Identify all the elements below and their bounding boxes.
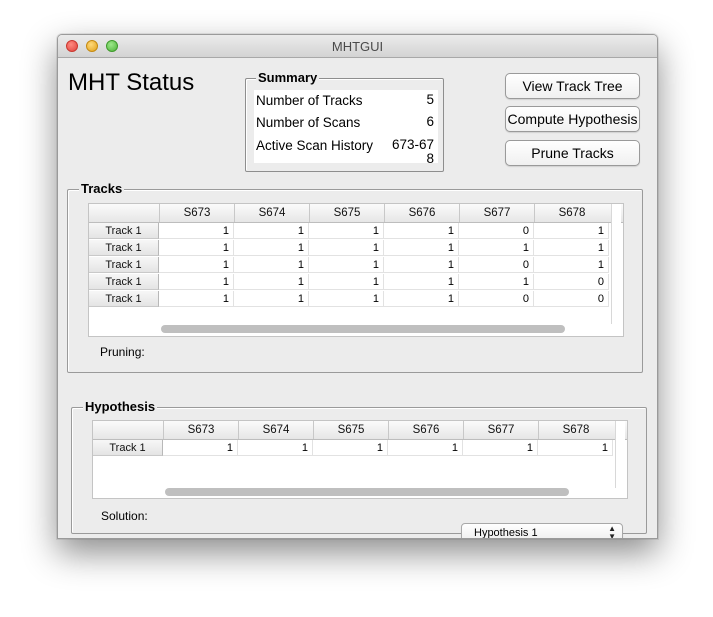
row-header[interactable]: Track 1 [89, 223, 159, 239]
table-cell[interactable]: 1 [238, 440, 313, 456]
table-cell[interactable]: 0 [534, 274, 609, 290]
table-cell[interactable]: 1 [459, 240, 534, 256]
table-cell[interactable]: 1 [159, 223, 234, 239]
table-cell[interactable]: 0 [459, 291, 534, 307]
column-header[interactable]: S676 [388, 421, 463, 439]
table-cell[interactable]: 1 [159, 257, 234, 273]
table-cell[interactable]: 1 [384, 223, 459, 239]
tracks-table[interactable]: S673 S674 S675 S676 S677 S678 Track 1 1 … [88, 203, 624, 337]
table-cell[interactable]: 1 [384, 240, 459, 256]
window-title: MHTGUI [331, 39, 384, 54]
solution-label: Solution: [101, 509, 148, 523]
table-cell[interactable]: 1 [234, 257, 309, 273]
column-header[interactable]: S673 [163, 421, 238, 439]
row-header[interactable]: Track 1 [89, 274, 159, 290]
row-header[interactable]: Track 1 [93, 440, 163, 456]
table-cell[interactable]: 1 [159, 291, 234, 307]
view-track-tree-button[interactable]: View Track Tree [505, 73, 640, 99]
column-header[interactable]: S674 [234, 204, 309, 222]
column-header[interactable]: S675 [313, 421, 388, 439]
table-cell[interactable]: 0 [459, 257, 534, 273]
hypothesis-title: Hypothesis [83, 399, 158, 414]
horizontal-scrollbar[interactable] [161, 325, 565, 333]
tracks-title: Tracks [79, 181, 125, 196]
title-bar[interactable]: MHTGUI [58, 35, 657, 58]
table-cell[interactable]: 1 [159, 240, 234, 256]
table-cell[interactable]: 0 [534, 291, 609, 307]
table-cell[interactable]: 1 [234, 223, 309, 239]
table-cell[interactable]: 1 [234, 274, 309, 290]
table-row: Track 1 1 1 1 1 1 1 [93, 440, 627, 457]
table-cell[interactable]: 1 [459, 274, 534, 290]
summary-value: 673-678 [391, 137, 434, 164]
column-header[interactable]: S676 [384, 204, 459, 222]
table-cell[interactable]: 1 [384, 257, 459, 273]
summary-title: Summary [256, 70, 320, 85]
row-header[interactable]: Track 1 [89, 240, 159, 256]
column-header[interactable]: S677 [459, 204, 534, 222]
table-row: Track 1 1 1 1 1 1 0 [89, 274, 623, 291]
summary-value: 5 [426, 92, 434, 107]
table-cell[interactable]: 1 [388, 440, 463, 456]
column-header[interactable]: S675 [309, 204, 384, 222]
pruning-label: Pruning: [100, 345, 145, 359]
table-cell[interactable]: 1 [234, 291, 309, 307]
window-content: MHT Status Summary Number of Tracks 5 Nu… [58, 58, 657, 538]
row-header[interactable]: Track 1 [89, 291, 159, 307]
table-cell[interactable]: 1 [534, 257, 609, 273]
column-header[interactable]: S673 [159, 204, 234, 222]
table-cell[interactable]: 1 [313, 440, 388, 456]
table-cell[interactable]: 1 [309, 274, 384, 290]
table-cell[interactable]: 1 [534, 223, 609, 239]
table-cell[interactable]: 1 [309, 257, 384, 273]
table-row: Track 1 1 1 1 1 0 0 [89, 291, 623, 308]
summary-row-scans: Number of Scans 6 [256, 115, 434, 135]
table-cell[interactable]: 1 [234, 240, 309, 256]
column-header[interactable]: S678 [534, 204, 609, 222]
summary-value: 6 [426, 114, 434, 129]
table-cell[interactable]: 0 [459, 223, 534, 239]
hypothesis-table-header: S673 S674 S675 S676 S677 S678 [93, 421, 627, 440]
table-row: Track 1 1 1 1 1 0 1 [89, 257, 623, 274]
table-cell[interactable]: 1 [159, 274, 234, 290]
vertical-scroll-track [615, 421, 625, 488]
table-row: Track 1 1 1 1 1 0 1 [89, 223, 623, 240]
updown-arrows-icon: ▲ ▼ [608, 524, 616, 539]
table-cell[interactable]: 1 [463, 440, 538, 456]
column-header[interactable]: S674 [238, 421, 313, 439]
hypothesis-select[interactable]: Hypothesis 1 ▲ ▼ [461, 523, 623, 539]
hypothesis-table[interactable]: S673 S674 S675 S676 S677 S678 Track 1 1 … [92, 420, 628, 499]
app-window: MHTGUI MHT Status Summary Number of Trac… [57, 34, 658, 539]
table-cell[interactable]: 1 [309, 291, 384, 307]
column-header[interactable]: S678 [538, 421, 613, 439]
horizontal-scrollbar[interactable] [165, 488, 569, 496]
summary-label: Number of Tracks [256, 93, 363, 108]
summary-list: Number of Tracks 5 Number of Scans 6 Act… [254, 90, 438, 163]
summary-row-history: Active Scan History 673-678 [256, 138, 434, 164]
summary-label: Active Scan History [256, 138, 374, 153]
table-cell[interactable]: 1 [309, 240, 384, 256]
summary-label: Number of Scans [256, 115, 361, 130]
table-cell[interactable]: 1 [309, 223, 384, 239]
row-header[interactable]: Track 1 [89, 257, 159, 273]
column-header[interactable]: S677 [463, 421, 538, 439]
vertical-scroll-track [611, 204, 621, 324]
table-cell[interactable]: 1 [163, 440, 238, 456]
table-row: Track 1 1 1 1 1 1 1 [89, 240, 623, 257]
page-title: MHT Status [68, 69, 195, 96]
table-cell[interactable]: 1 [384, 274, 459, 290]
prune-tracks-button[interactable]: Prune Tracks [505, 140, 640, 166]
tracks-table-header: S673 S674 S675 S676 S677 S678 [89, 204, 623, 223]
hypothesis-select-value: Hypothesis 1 [474, 527, 538, 539]
table-cell[interactable]: 1 [534, 240, 609, 256]
summary-row-tracks: Number of Tracks 5 [256, 93, 434, 113]
table-cell[interactable]: 1 [384, 291, 459, 307]
compute-hypothesis-button[interactable]: Compute Hypothesis [505, 106, 640, 132]
table-cell[interactable]: 1 [538, 440, 613, 456]
